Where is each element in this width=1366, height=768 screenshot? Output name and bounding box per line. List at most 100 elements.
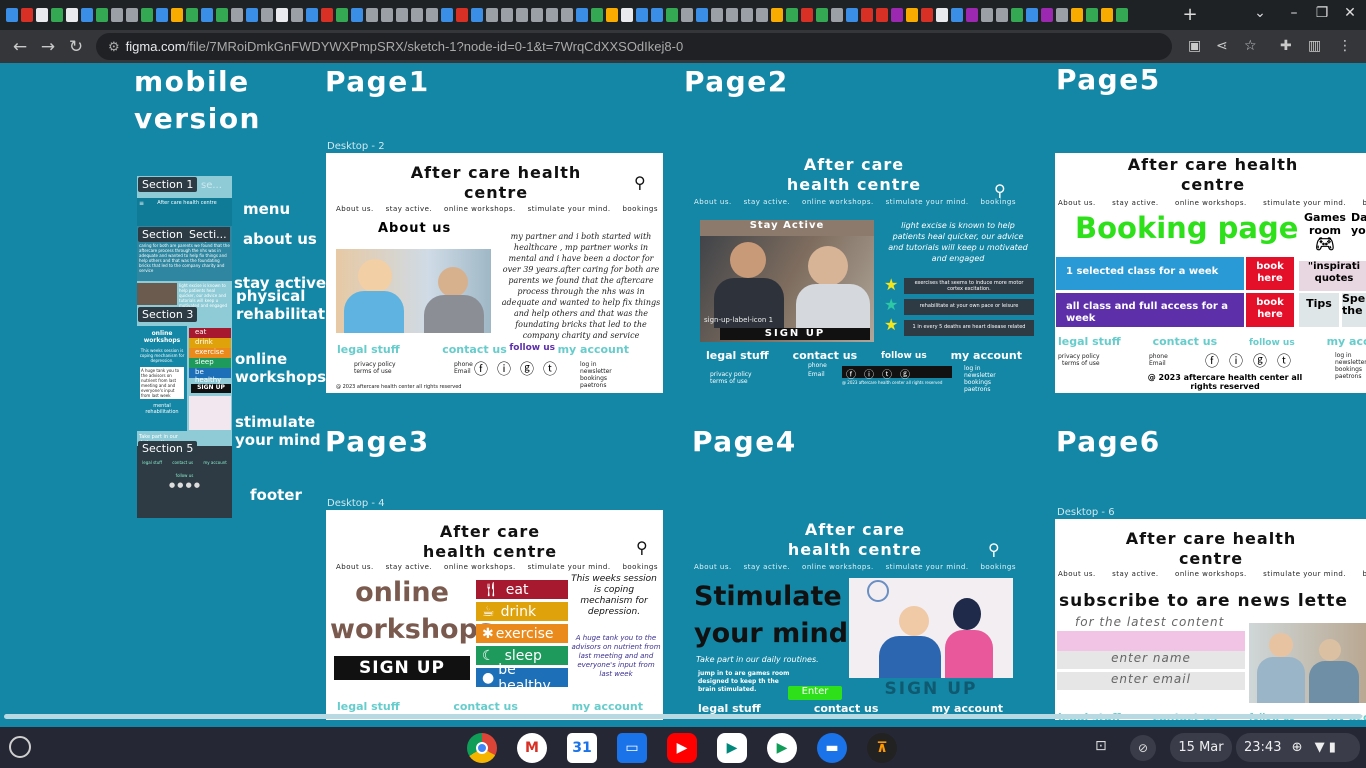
tab-favicon-icon[interactable] xyxy=(411,8,423,22)
bookings-link[interactable]: bookings xyxy=(1335,366,1366,373)
follow-link[interactable]: follow us xyxy=(1249,338,1295,348)
social-icons[interactable]: ⓕⓘⓖⓣ xyxy=(474,359,566,379)
book-here-button[interactable]: book here xyxy=(1246,293,1294,327)
page3-frame[interactable]: After care health centre ⚲ About us. sta… xyxy=(326,510,663,720)
tab-favicon-icon[interactable] xyxy=(936,8,948,22)
nav-about[interactable]: About us. xyxy=(694,563,732,571)
tab-favicon-icon[interactable] xyxy=(186,8,198,22)
contact-link[interactable]: contact us xyxy=(453,700,518,713)
nav-stimulate[interactable]: stimulate your mind. xyxy=(1263,570,1346,578)
page6-frame-label[interactable]: Desktop - 6 xyxy=(1057,507,1115,518)
nav-online-workshops[interactable]: online workshops. xyxy=(802,198,874,206)
cast-icon[interactable]: ▣ xyxy=(1188,38,1201,54)
launcher-icon[interactable] xyxy=(9,736,31,758)
tab-favicon-icon[interactable] xyxy=(426,8,438,22)
tab-favicon-icon[interactable] xyxy=(561,8,573,22)
page1-frame-label[interactable]: Desktop - 2 xyxy=(327,141,385,152)
files-icon[interactable]: ▭ xyxy=(617,733,647,763)
calendar-icon[interactable]: 31 xyxy=(567,733,597,763)
tab-favicon-icon[interactable] xyxy=(696,8,708,22)
bookings-link[interactable]: bookings xyxy=(580,375,612,382)
tab-favicon-icon[interactable] xyxy=(981,8,993,22)
terms-link[interactable]: terms of use xyxy=(354,368,396,375)
section-3-label[interactable]: Section 3 xyxy=(138,307,198,322)
newsletter-link[interactable]: newsletter xyxy=(1335,359,1366,366)
special-tile[interactable]: Spe the xyxy=(1342,293,1366,327)
url-field[interactable]: ⚙ figma.com/file/7MRoiDmkGnFWDYWXPmpSRX/… xyxy=(96,33,1172,60)
tab-favicon-icon[interactable] xyxy=(606,8,618,22)
maximize-button[interactable]: ❐ xyxy=(1310,5,1334,21)
tab-favicon-icon[interactable] xyxy=(756,8,768,22)
social-icons[interactable]: ⓕⓘⓖⓣ xyxy=(1205,351,1301,371)
follow-link[interactable]: follow us xyxy=(509,343,555,356)
nav-stay-active[interactable]: stay active. xyxy=(386,563,433,571)
book-here-button[interactable]: book here xyxy=(1246,257,1294,290)
gmail-icon[interactable]: M xyxy=(517,733,547,763)
nav-bookings[interactable]: bookings xyxy=(622,205,658,213)
messages-icon[interactable]: ▬ xyxy=(817,733,847,763)
legal-link[interactable]: legal stuff xyxy=(706,349,769,362)
nav-bookings[interactable]: bookings xyxy=(980,198,1016,206)
tab-favicon-icon[interactable] xyxy=(21,8,33,22)
search-icon[interactable]: ⚲ xyxy=(988,540,1000,559)
paetrons-link[interactable]: paetrons xyxy=(580,382,612,389)
tab-favicon-icon[interactable] xyxy=(501,8,513,22)
tab-favicon-icon[interactable] xyxy=(831,8,843,22)
tab-favicon-icon[interactable] xyxy=(891,8,903,22)
mobile-footer-link[interactable]: contact us xyxy=(172,460,193,465)
tab-favicon-icon[interactable] xyxy=(441,8,453,22)
tab-favicon-icon[interactable] xyxy=(156,8,168,22)
nav-stimulate[interactable]: stimulate your mind. xyxy=(886,198,969,206)
tab-favicon-icon[interactable] xyxy=(741,8,753,22)
tab-favicon-icon[interactable] xyxy=(81,8,93,22)
tab-favicon-icon[interactable] xyxy=(171,8,183,22)
tab-favicon-icon[interactable] xyxy=(51,8,63,22)
site-info-icon[interactable]: ⚙ xyxy=(108,39,120,55)
tab-favicon-icon[interactable] xyxy=(381,8,393,22)
tab-favicon-icon[interactable] xyxy=(321,8,333,22)
tab-favicon-icon[interactable] xyxy=(906,8,918,22)
tab-favicon-icon[interactable] xyxy=(576,8,588,22)
tab-favicon-icon[interactable] xyxy=(1071,8,1083,22)
games-room-tile[interactable]: Games room 🎮︎ xyxy=(1301,211,1349,261)
login-link[interactable]: log in xyxy=(964,365,996,372)
share-icon[interactable]: ⋖ xyxy=(1216,38,1228,54)
newsletter-link[interactable]: newsletter xyxy=(964,372,996,379)
nav-stimulate[interactable]: stimulate your mind. xyxy=(528,563,611,571)
privacy-link[interactable]: privacy policy xyxy=(1058,353,1100,360)
screen-capture-icon[interactable]: ⊡ xyxy=(1095,738,1107,754)
enter-button[interactable]: Enter xyxy=(788,686,842,700)
horizontal-scrollbar[interactable] xyxy=(4,714,1362,719)
mic-off-icon[interactable]: ⊘ xyxy=(1130,735,1156,761)
tab-favicon-icon[interactable] xyxy=(1101,8,1113,22)
figma-canvas[interactable]: mobile version After care health centre … xyxy=(0,63,1366,720)
nav-online-workshops[interactable]: online workshops. xyxy=(1175,570,1247,578)
account-link[interactable]: my account xyxy=(572,700,643,713)
tab-favicon-icon[interactable] xyxy=(771,8,783,22)
bookings-link[interactable]: bookings xyxy=(964,379,996,386)
contact-link[interactable]: contact us xyxy=(793,349,858,362)
contact-link[interactable]: contact us xyxy=(1153,335,1218,348)
inspiration-tile[interactable]: "inspirati quotes xyxy=(1299,261,1366,291)
tab-favicon-icon[interactable] xyxy=(966,8,978,22)
nav-stimulate[interactable]: stimulate your mind. xyxy=(886,563,969,571)
tab-favicon-icon[interactable] xyxy=(1056,8,1068,22)
tab-favicon-icon[interactable] xyxy=(876,8,888,22)
nav-stay-active[interactable]: stay active. xyxy=(744,198,791,206)
weekly-class-option[interactable]: 1 selected class for a week xyxy=(1056,257,1244,290)
page1-frame[interactable]: After care health centre ⚲ About us. sta… xyxy=(326,153,663,393)
page6-frame[interactable]: After care health centre About us. stay … xyxy=(1055,519,1366,720)
paetrons-link[interactable]: paetrons xyxy=(964,386,996,393)
nav-about[interactable]: About us. xyxy=(694,198,732,206)
nav-bookings[interactable]: bookings xyxy=(622,563,658,571)
tab-favicon-icon[interactable] xyxy=(666,8,678,22)
nav-stimulate[interactable]: stimulate your mind. xyxy=(1263,199,1346,207)
nav-stay-active[interactable]: stay active. xyxy=(744,563,791,571)
nav-stay-active[interactable]: stay active. xyxy=(1112,199,1159,207)
nav-online-workshops[interactable]: online workshops. xyxy=(444,205,516,213)
nav-stimulate[interactable]: stimulate your mind. xyxy=(528,205,611,213)
tab-favicon-icon[interactable] xyxy=(306,8,318,22)
nav-stay-active[interactable]: stay active. xyxy=(386,205,433,213)
hamburger-icon[interactable]: ≡ xyxy=(139,200,144,207)
nav-about[interactable]: About us. xyxy=(336,205,374,213)
